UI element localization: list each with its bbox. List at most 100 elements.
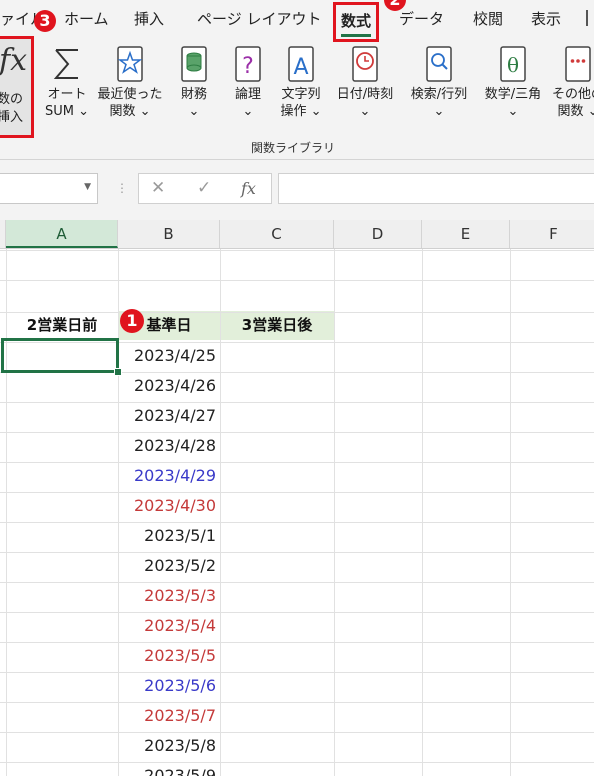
tab-data[interactable]: データ <box>399 8 444 29</box>
grid-row-line <box>0 250 594 251</box>
fill-handle[interactable] <box>114 368 122 376</box>
enter-icon[interactable]: ✓ <box>197 178 211 198</box>
formula-bar-tools: ✕ ✓ fx <box>138 173 272 204</box>
lookup-reference-label-2: ⌄ <box>433 104 445 119</box>
grid-row-line <box>0 762 594 763</box>
grid-column-line <box>422 249 423 776</box>
date-cell[interactable]: 2023/5/5 <box>118 641 216 671</box>
tab-overflow[interactable] <box>586 10 594 26</box>
formula-input[interactable] <box>278 173 594 204</box>
tab-view[interactable]: 表示 <box>531 8 561 29</box>
autosum-label-2: SUM ⌄ <box>44 104 89 119</box>
date-cell[interactable]: 2023/4/27 <box>118 401 216 431</box>
lookup-reference-label-1: 検索/行列 <box>410 87 468 102</box>
column-headers: A B C D E F <box>0 220 594 249</box>
tab-formulas[interactable]: 数式 <box>341 10 371 31</box>
insert-function-button[interactable]: fx 数の 挿入 <box>0 36 34 138</box>
active-cell-a[interactable] <box>1 338 119 373</box>
grid-row-line <box>0 280 594 281</box>
date-cell[interactable]: 2023/4/29 <box>118 461 216 491</box>
formula-bar: ▼ ⋮ ✕ ✓ fx <box>0 160 594 220</box>
date-cell[interactable]: 2023/5/8 <box>118 731 216 761</box>
date-cell[interactable]: 2023/5/2 <box>118 551 216 581</box>
grid-column-line <box>334 249 335 776</box>
question-book-icon: ? <box>235 46 261 82</box>
date-cell[interactable]: 2023/4/30 <box>118 491 216 521</box>
logical-label-2: ⌄ <box>242 104 254 119</box>
more-book-icon <box>565 46 591 82</box>
financial-button[interactable]: 財務 ⌄ <box>172 44 216 120</box>
active-tab-indicator <box>341 34 371 37</box>
svg-text:?: ? <box>242 54 254 79</box>
more-functions-label-2: 関数 ⌄ <box>557 104 594 119</box>
svg-text:θ: θ <box>507 53 519 77</box>
date-cell[interactable]: 2023/5/7 <box>118 701 216 731</box>
text-book-icon: A <box>288 46 314 82</box>
column-header-b[interactable]: B <box>118 220 220 248</box>
date-cell[interactable]: 2023/4/28 <box>118 431 216 461</box>
grid-row-line <box>0 582 594 583</box>
date-cell[interactable]: 2023/4/26 <box>118 371 216 401</box>
date-cell[interactable]: 2023/5/3 <box>118 581 216 611</box>
text-functions-label-2: 操作 ⌄ <box>280 104 322 119</box>
lookup-reference-button[interactable]: 検索/行列 ⌄ <box>404 44 474 120</box>
formula-bar-grip-icon: ⋮ <box>116 181 128 195</box>
sigma-icon <box>53 49 78 79</box>
ribbon: ァイル ホーム 挿入 ページ レイアウト 数式 データ 校閲 表示 fx 数の … <box>0 0 594 160</box>
star-book-icon <box>117 46 143 82</box>
column-header-f[interactable]: F <box>510 220 594 248</box>
date-cell[interactable]: 2023/5/9 <box>118 761 216 776</box>
date-cell[interactable]: 2023/5/4 <box>118 611 216 641</box>
cell-header-3-business-days-after[interactable]: 3営業日後 <box>220 311 334 340</box>
text-functions-button[interactable]: A 文字列 操作 ⌄ <box>276 44 326 120</box>
tab-home[interactable]: ホーム <box>64 8 109 29</box>
financial-label-1: 財務 <box>180 87 207 102</box>
date-cell[interactable]: 2023/5/1 <box>118 521 216 551</box>
grid-row-line <box>0 702 594 703</box>
date-cell[interactable]: 2023/5/6 <box>118 671 216 701</box>
chevron-down-icon[interactable]: ▼ <box>84 182 91 192</box>
recently-used-label-1: 最近使った <box>97 87 163 102</box>
fx-icon: fx <box>0 43 28 78</box>
grid-column-line <box>510 249 511 776</box>
column-header-c[interactable]: C <box>220 220 334 248</box>
function-library-group-label: 関数ライブラリ <box>251 141 336 155</box>
grid-row-line <box>0 612 594 613</box>
name-box[interactable]: ▼ <box>0 173 98 204</box>
grid-row-line <box>0 672 594 673</box>
financial-label-2: ⌄ <box>188 104 200 119</box>
grid-row-line <box>0 732 594 733</box>
date-cell[interactable]: 2023/4/25 <box>118 341 216 371</box>
date-time-label-1: 日付/時刻 <box>336 87 394 102</box>
grid-row-line <box>0 402 594 403</box>
autosum-button[interactable]: オート SUM ⌄ <box>42 44 92 120</box>
tab-insert[interactable]: 挿入 <box>134 8 164 29</box>
svg-text:A: A <box>293 55 308 80</box>
column-header-a[interactable]: A <box>6 220 118 248</box>
more-functions-button[interactable]: その他の 関数 ⌄ <box>550 44 594 120</box>
logical-label-1: 論理 <box>234 87 261 102</box>
step-badge-1: 1 <box>120 309 144 333</box>
worksheet-grid[interactable]: 2営業日前 基準日 3営業日後 2023/4/25 2023/4/26 2023/4… <box>0 249 594 776</box>
cancel-icon[interactable]: ✕ <box>151 178 165 198</box>
column-header-e[interactable]: E <box>422 220 510 248</box>
tab-page-layout[interactable]: ページ レイアウト <box>197 8 321 29</box>
text-functions-label-1: 文字列 <box>281 87 321 102</box>
math-trig-label-2: ⌄ <box>507 104 519 119</box>
recently-used-button[interactable]: 最近使った 関数 ⌄ <box>95 44 165 120</box>
math-trig-button[interactable]: θ 数学/三角 ⌄ <box>478 44 548 120</box>
tab-review[interactable]: 校閲 <box>473 8 503 29</box>
fx-icon[interactable]: fx <box>241 179 256 198</box>
clock-book-icon <box>352 46 378 82</box>
grid-row-line <box>0 642 594 643</box>
step-badge-3: 3 <box>34 10 56 32</box>
autosum-label-1: オート <box>47 87 87 102</box>
insert-function-label-1: 数の <box>0 92 24 107</box>
database-book-icon <box>181 46 207 82</box>
grid-row-line <box>0 432 594 433</box>
math-trig-label-1: 数学/三角 <box>484 87 542 102</box>
cell-header-2-business-days-before[interactable]: 2営業日前 <box>6 311 118 340</box>
date-time-button[interactable]: 日付/時刻 ⌄ <box>330 44 400 120</box>
column-header-d[interactable]: D <box>334 220 422 248</box>
logical-button[interactable]: ? 論理 ⌄ <box>226 44 270 120</box>
